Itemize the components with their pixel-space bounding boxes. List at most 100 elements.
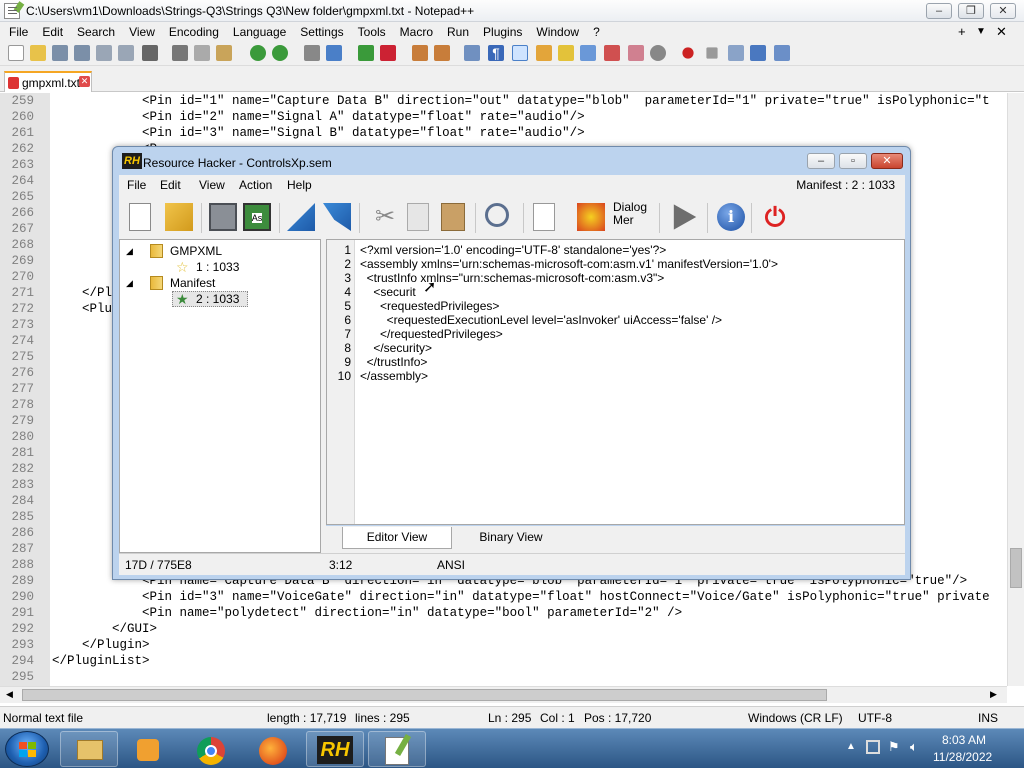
menu-language[interactable]: Language [226,22,293,42]
horizontal-scroll-thumb[interactable] [22,689,827,701]
user-lang-icon[interactable] [536,45,552,61]
rh-menu-view[interactable]: View [199,178,225,192]
resource-tree[interactable]: ◢ GMPXML ☆ 1 : 1033 ◢ Manifest ★ 2 : 103… [119,239,321,553]
monitoring-icon[interactable] [628,45,644,61]
rh-menu-file[interactable]: File [127,178,146,192]
find-icon[interactable] [485,203,509,227]
find-icon[interactable] [304,45,320,61]
rh-close-button[interactable]: ✕ [871,153,903,169]
cut-icon[interactable]: ✂ [371,203,399,231]
open-file-icon[interactable] [165,203,193,231]
menu-settings[interactable]: Settings [293,22,350,42]
menu-macro[interactable]: Macro [393,22,440,42]
maximize-button[interactable]: ❐ [958,3,984,19]
folder-as-workspace-icon[interactable] [604,45,620,61]
menu-help[interactable]: ? [586,22,607,42]
scroll-right-arrow-icon[interactable]: ▶ [990,689,997,700]
run-macro-multiple-icon[interactable] [750,45,766,61]
sync-h-icon[interactable] [434,45,450,61]
tab-binary-view[interactable]: Binary View [456,527,566,549]
paste-icon[interactable] [441,203,465,231]
show-all-chars-icon[interactable]: ¶ [488,45,504,61]
volume-icon[interactable]: 🔈︎ [910,739,918,755]
taskbar-chrome[interactable] [182,731,240,767]
menu-edit[interactable]: Edit [35,22,70,42]
tree-node-manifest-1033[interactable]: 2 : 1033 [196,292,239,306]
menu-window[interactable]: Window [529,22,586,42]
import-arrow-icon[interactable] [287,203,315,231]
tree-node-gmpxml[interactable]: GMPXML [170,244,222,258]
menu-plugins[interactable]: Plugins [476,22,529,42]
save-as-icon[interactable]: As [243,203,271,231]
print-icon[interactable] [142,45,158,61]
menu-tools[interactable]: Tools [351,22,393,42]
power-exit-icon[interactable]: ⏻ [761,203,789,231]
tree-node-gmpxml-1033[interactable]: 1 : 1033 [196,260,239,274]
close-icon[interactable] [96,45,112,61]
doc-map-icon[interactable] [558,45,574,61]
play-macro-icon[interactable] [728,45,744,61]
rh-menu-help[interactable]: Help [287,178,312,192]
open-file-icon[interactable] [30,45,46,61]
tab-list-dropdown[interactable]: ▼ [976,22,986,42]
show-hidden-icons-icon[interactable]: ▲ [846,741,856,752]
close-doc-x[interactable]: ✕ [996,22,1007,42]
rh-menu-action[interactable]: Action [239,178,272,192]
vertical-scroll-thumb[interactable] [1010,548,1022,588]
save-icon[interactable] [209,203,237,231]
info-icon[interactable]: i [717,203,745,231]
clock-date[interactable]: 11/28/2022 [933,750,992,764]
start-button[interactable] [5,731,49,767]
menu-search[interactable]: Search [70,22,122,42]
notepad-title-bar[interactable]: C:\Users\vm1\Downloads\Strings-Q3\String… [0,0,1024,22]
new-file-icon[interactable] [8,45,24,61]
undo-icon[interactable] [250,45,266,61]
save-icon[interactable] [52,45,68,61]
vertical-scrollbar[interactable] [1007,93,1024,686]
rh-maximize-button[interactable]: ▫ [839,153,867,169]
run-script-icon[interactable] [673,204,697,230]
save-all-icon[interactable] [74,45,90,61]
menu-encoding[interactable]: Encoding [162,22,226,42]
redo-icon[interactable] [272,45,288,61]
copy-icon[interactable] [194,45,210,61]
replace-icon[interactable] [326,45,342,61]
horizontal-scrollbar[interactable]: ◀ ▶ [0,686,1007,703]
rh-menu-edit[interactable]: Edit [160,178,181,192]
minimize-button[interactable]: – [926,3,952,19]
taskbar-firefox[interactable] [244,731,302,767]
taskbar-explorer[interactable] [60,731,118,767]
add-image-icon[interactable] [577,203,605,231]
rh-title-bar[interactable]: RH Resource Hacker - ControlsXp.sem – ▫ … [113,147,910,175]
tree-node-manifest[interactable]: Manifest [170,276,215,290]
indent-guide-icon[interactable] [512,45,528,61]
paste-icon[interactable] [216,45,232,61]
tab-gmpxml[interactable]: gmpxml.txt ✕ [4,71,92,92]
record-macro-icon[interactable] [682,47,694,59]
close-button[interactable]: ✕ [990,3,1016,19]
new-tab-plus[interactable]: + [958,22,966,42]
rh-minimize-button[interactable]: – [807,153,835,169]
add-resource-icon[interactable] [533,203,555,231]
cut-icon[interactable] [172,45,188,61]
rh-script-editor[interactable]: 1 2 3 4 5 6 7 8 9 10 <?xml version='1.0' encoding… [326,239,905,525]
new-script-icon[interactable] [129,203,151,231]
view-icon[interactable] [650,45,666,61]
menu-run[interactable]: Run [440,22,476,42]
taskbar-media-player[interactable] [120,731,178,767]
stop-macro-icon[interactable] [706,47,718,59]
taskbar-notepadpp[interactable] [368,731,426,767]
tab-editor-view[interactable]: Editor View [342,527,452,549]
network-icon[interactable] [866,740,880,754]
save-macro-icon[interactable] [774,45,790,61]
zoom-in-icon[interactable] [358,45,374,61]
dialog-merger-icon[interactable]: Dialog Mer [613,201,651,229]
close-all-icon[interactable] [118,45,134,61]
clock-time[interactable]: 8:03 AM [942,733,986,747]
action-center-flag-icon[interactable]: ⚑ [888,739,900,755]
collapse-triangle-icon[interactable]: ◢ [126,278,133,289]
word-wrap-icon[interactable] [464,45,480,61]
copy-icon[interactable] [407,203,429,231]
scroll-left-arrow-icon[interactable]: ◀ [6,689,13,700]
taskbar-resource-hacker[interactable]: RH [306,731,364,767]
